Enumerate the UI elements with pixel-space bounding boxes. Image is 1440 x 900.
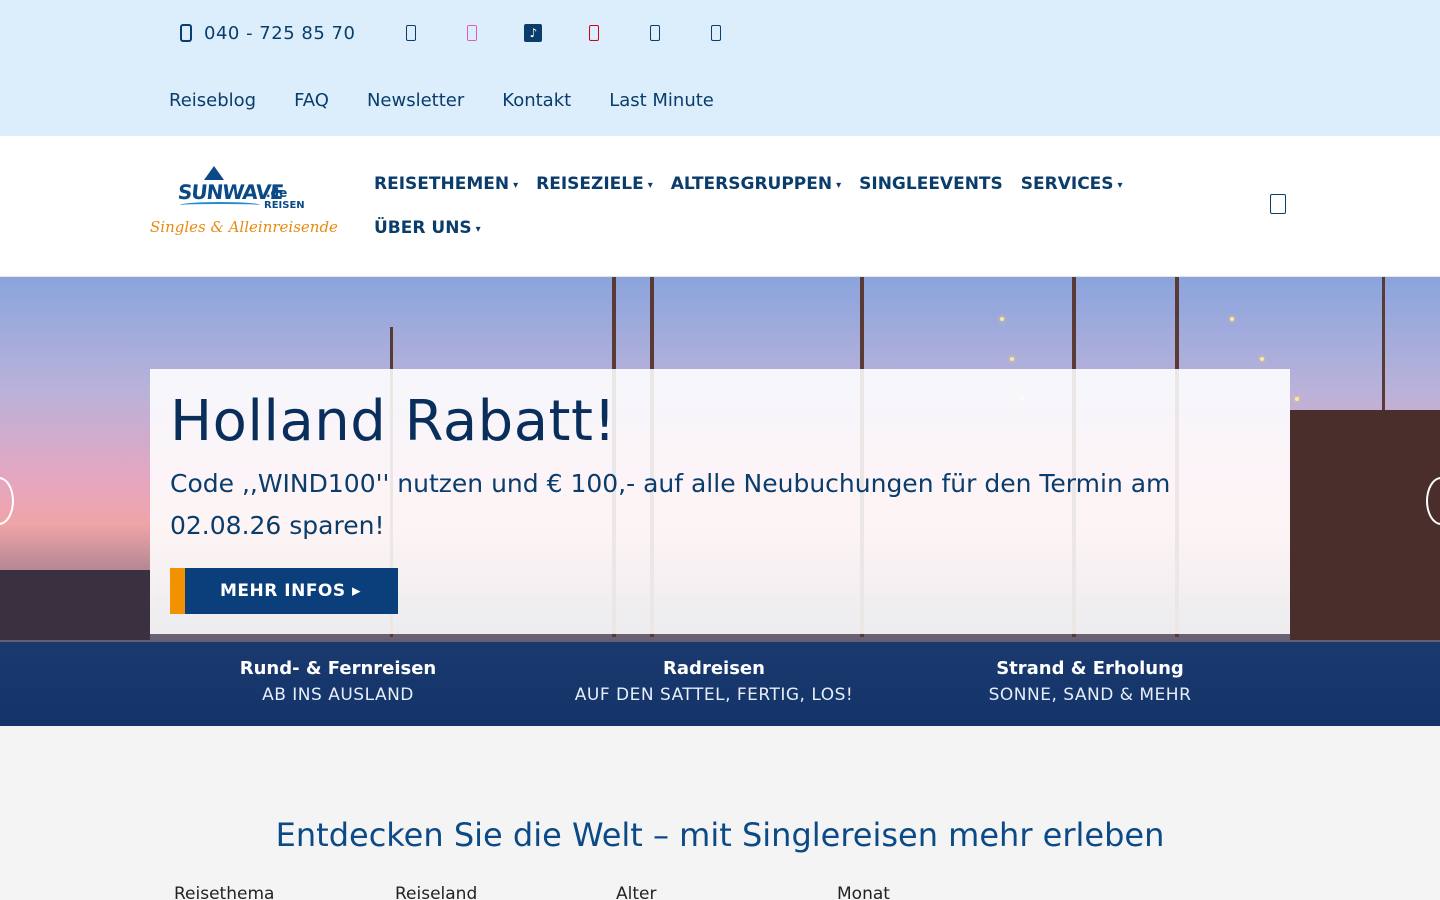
- category-title: Strand & Erholung: [996, 658, 1184, 679]
- phone-number: 040 - 725 85 70: [204, 22, 356, 44]
- category-title: Rund- & Fernreisen: [239, 658, 437, 679]
- logo-wave-icon: [180, 202, 260, 208]
- logo-tagline: Singles & Alleinreisende: [150, 218, 338, 236]
- chevron-down-icon: ▾: [836, 180, 842, 191]
- link-reiseblog[interactable]: Reiseblog: [169, 90, 256, 111]
- site-header: SUNWAVE .de REISEN Singles & Alleinreise…: [0, 136, 1440, 277]
- service-links: Reiseblog FAQ Newsletter Kontakt Last Mi…: [169, 90, 752, 111]
- instagram-icon[interactable]: [462, 22, 482, 44]
- filter-reiseland[interactable]: Reiseland: [395, 884, 616, 900]
- link-last-minute[interactable]: Last Minute: [609, 90, 714, 111]
- logo-peak-icon: [204, 166, 224, 180]
- logo-sub: REISEN: [264, 200, 305, 211]
- nav-item-reiseziele[interactable]: REISEZIELE ▾: [536, 172, 653, 216]
- nav-item-services[interactable]: SERVICES ▾: [1021, 172, 1123, 216]
- youtube-icon[interactable]: [706, 22, 726, 44]
- search-filters: Reisethema Reiseland Alter Monat: [174, 884, 1058, 900]
- top-bar: 040 - 725 85 70 ♪ Reiseblog FAQ Newslett…: [0, 0, 1440, 136]
- category-rundreisen[interactable]: Rund- & Fernreisen AB INS AUSLAND: [200, 658, 476, 705]
- search-icon[interactable]: [1270, 194, 1286, 214]
- main-nav: REISETHEMEN ▾ REISEZIELE ▾ ALTERSGRUPPEN ▾ …: [374, 172, 1204, 260]
- category-bar: Rund- & Fernreisen AB INS AUSLAND Radrei…: [0, 642, 1440, 726]
- link-faq[interactable]: FAQ: [294, 90, 329, 111]
- chevron-down-icon: ▾: [513, 180, 519, 191]
- category-title: Radreisen: [663, 658, 765, 679]
- chevron-down-icon: ▾: [475, 224, 481, 235]
- more-info-label: MEHR INFOS ▸: [220, 581, 362, 601]
- nav-item-altersgruppen[interactable]: ALTERSGRUPPEN ▾: [671, 172, 841, 216]
- building-decoration: [0, 570, 150, 640]
- pinterest-icon[interactable]: [584, 22, 604, 44]
- hero-slider: Holland Rabatt! Code ,,WIND100'' nutzen …: [0, 277, 1440, 726]
- more-info-button[interactable]: MEHR INFOS ▸: [170, 568, 398, 614]
- light-decoration: [1230, 317, 1234, 321]
- promo-title: Holland Rabatt!: [170, 389, 617, 454]
- button-accent: [170, 568, 185, 614]
- nav-item-reisethemen[interactable]: REISETHEMEN ▾: [374, 172, 518, 216]
- chevron-down-icon: ▾: [1117, 180, 1123, 191]
- filter-monat[interactable]: Monat: [837, 884, 1058, 900]
- light-decoration: [1000, 317, 1004, 321]
- promo-box: Holland Rabatt! Code ,,WIND100'' nutzen …: [150, 369, 1290, 634]
- category-subtitle: AB INS AUSLAND: [262, 685, 414, 705]
- facebook-icon[interactable]: [401, 22, 421, 44]
- link-kontakt[interactable]: Kontakt: [502, 90, 571, 111]
- category-radreisen[interactable]: Radreisen AUF DEN SATTEL, FERTIG, LOS!: [560, 658, 868, 705]
- linkedin-icon[interactable]: [645, 22, 665, 44]
- category-strand[interactable]: Strand & Erholung SONNE, SAND & MEHR: [960, 658, 1220, 705]
- nav-item-ueber-uns[interactable]: ÜBER UNS ▾: [374, 216, 481, 260]
- filter-reisethema[interactable]: Reisethema: [174, 884, 395, 900]
- light-decoration: [1010, 357, 1014, 361]
- tiktok-icon[interactable]: ♪: [523, 22, 543, 44]
- nav-item-singleevents[interactable]: SINGLEEVENTS: [859, 172, 1003, 216]
- logo[interactable]: SUNWAVE .de REISEN Singles & Alleinreise…: [148, 166, 338, 246]
- light-decoration: [1260, 357, 1264, 361]
- link-newsletter[interactable]: Newsletter: [367, 90, 464, 111]
- filter-alter[interactable]: Alter: [616, 884, 837, 900]
- phone-icon: [180, 24, 192, 42]
- light-decoration: [1295, 397, 1299, 401]
- social-links: ♪: [381, 22, 726, 44]
- category-subtitle: SONNE, SAND & MEHR: [988, 685, 1192, 705]
- phone-link[interactable]: 040 - 725 85 70: [170, 23, 355, 44]
- contact-row: 040 - 725 85 70 ♪: [170, 18, 726, 48]
- slider-prev-button[interactable]: [0, 477, 14, 525]
- promo-text: Code ,,WIND100'' nutzen und € 100,- auf …: [170, 469, 1171, 540]
- building-decoration: [1290, 410, 1440, 640]
- chevron-down-icon: ▾: [647, 180, 653, 191]
- section-title: Entdecken Sie die Welt – mit Singlereise…: [275, 816, 1165, 854]
- logo-domain: .de: [266, 186, 288, 200]
- category-subtitle: AUF DEN SATTEL, FERTIG, LOS!: [574, 685, 854, 705]
